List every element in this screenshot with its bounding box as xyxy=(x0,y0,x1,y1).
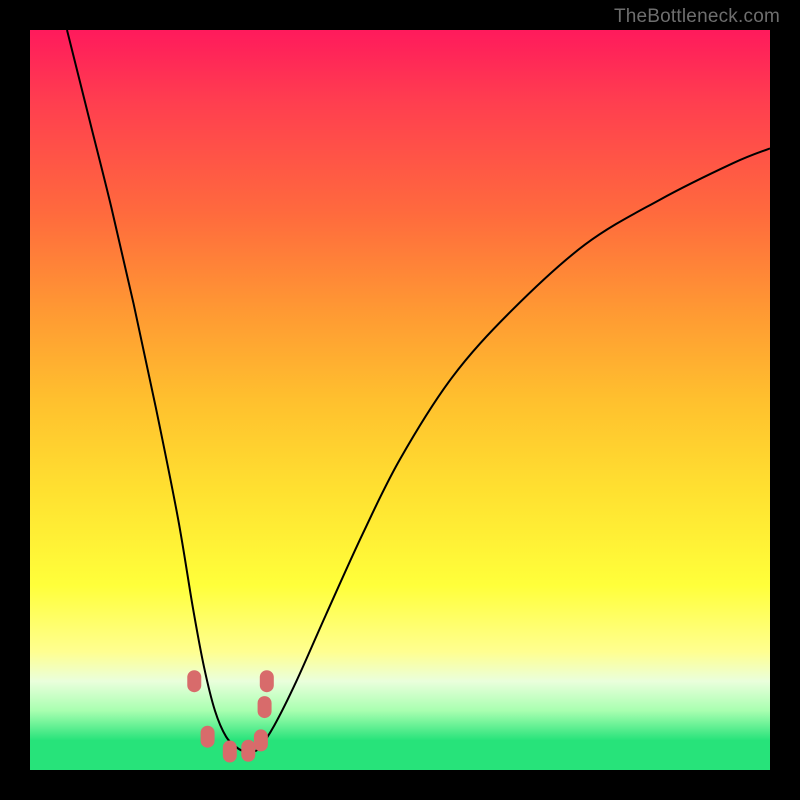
chart-frame: TheBottleneck.com xyxy=(0,0,800,800)
curve-marker xyxy=(223,741,237,763)
curve-marker xyxy=(187,670,201,692)
curve-marker xyxy=(254,729,268,751)
watermark-text: TheBottleneck.com xyxy=(614,6,780,28)
curve-marker xyxy=(260,670,274,692)
curve-markers xyxy=(187,670,274,762)
curve-marker xyxy=(201,726,215,748)
chart-svg xyxy=(30,30,770,770)
bottleneck-curve xyxy=(67,30,770,752)
curve-marker xyxy=(241,740,255,762)
curve-marker xyxy=(258,696,272,718)
